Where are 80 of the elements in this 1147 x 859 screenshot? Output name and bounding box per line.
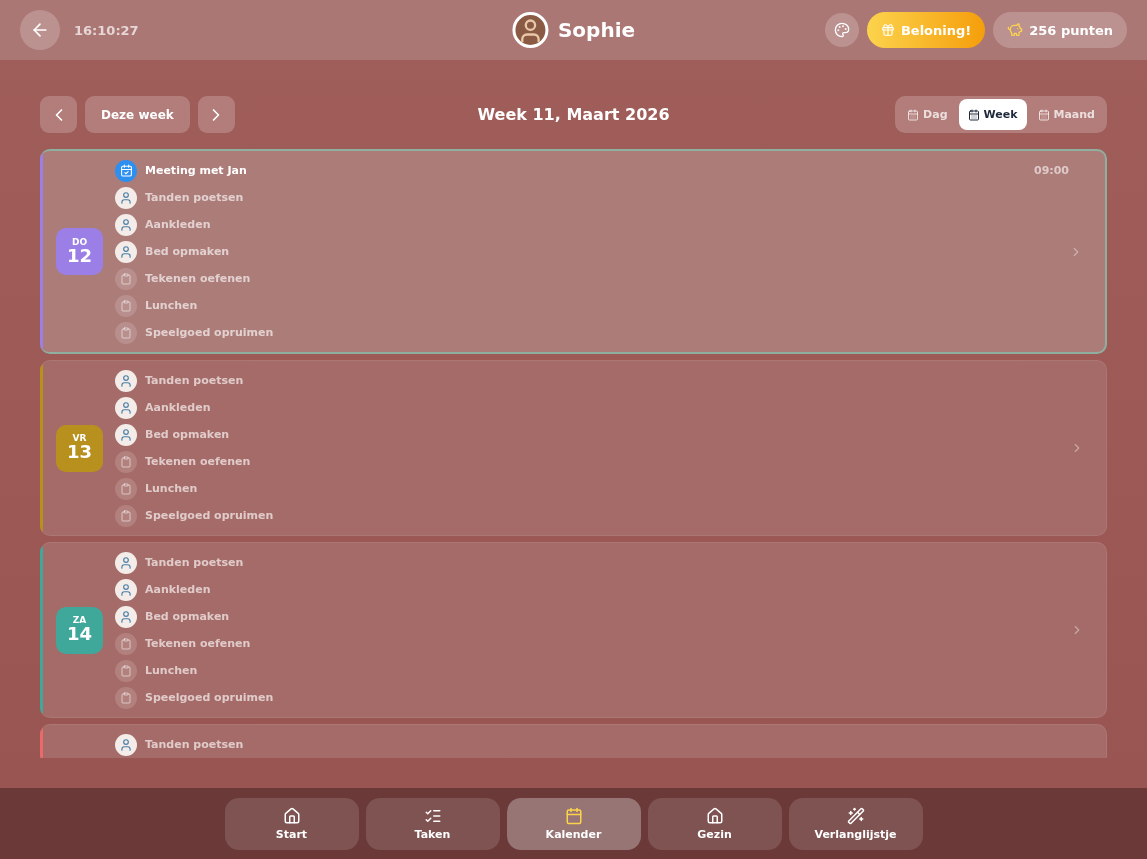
avatar-icon <box>511 12 548 48</box>
clipboard-icon <box>115 450 137 473</box>
item-title: Bed opmaken <box>145 245 230 258</box>
calendar-icon <box>967 108 980 121</box>
nav-tab[interactable]: Kalender <box>506 797 641 850</box>
item-title: Lunchen <box>145 482 198 495</box>
gift-icon <box>880 23 895 37</box>
calendar-icon <box>1037 108 1050 121</box>
person-icon <box>115 551 137 574</box>
item-title: Aankleden <box>145 401 211 414</box>
previous-button[interactable] <box>40 96 77 133</box>
palette-icon <box>833 22 850 38</box>
item-title: Speelgoed opruimen <box>145 326 274 339</box>
nav-tab[interactable]: Taken <box>365 797 500 850</box>
item-title: Tekenen oefenen <box>145 455 251 468</box>
item-title: Lunchen <box>145 299 198 312</box>
weekday-label: ZA <box>72 616 87 626</box>
person-icon <box>115 240 137 263</box>
clipboard-icon <box>115 632 137 655</box>
item-title: Speelgoed opruimen <box>145 509 274 522</box>
house-icon <box>705 806 724 825</box>
person-icon <box>115 733 137 756</box>
home-icon <box>282 806 301 825</box>
palette-button[interactable] <box>824 13 859 47</box>
item-title: Aankleden <box>145 218 211 231</box>
view-tab[interactable]: Dag <box>898 99 957 130</box>
person-icon <box>115 369 137 392</box>
clipboard-icon <box>115 477 137 500</box>
item-title: Tekenen oefenen <box>145 272 251 285</box>
item-title: Tanden poetsen <box>145 738 244 751</box>
weekday-label: DO <box>71 237 88 247</box>
item-title: Bed opmaken <box>145 428 230 441</box>
day-number: 13 <box>66 443 93 462</box>
week-title: Week 11, Maart 2026 <box>477 105 670 124</box>
item-title: Tekenen oefenen <box>145 637 251 650</box>
next-button[interactable] <box>197 96 235 133</box>
back-button[interactable] <box>20 10 60 50</box>
piggy-bank-icon <box>1007 22 1024 38</box>
clock-time: 16:10:27 <box>74 22 139 38</box>
day-card[interactable]: ZA 14 Tanden poetsen Aankleden Bed opmaken Tekenen oefenen Lunchen Speelgoed opruimen <box>40 542 1107 718</box>
view-tab[interactable]: Maand <box>1028 99 1104 130</box>
item-title: Aankleden <box>145 583 211 596</box>
item-title: Speelgoed opruimen <box>145 691 274 704</box>
item-title: Tanden poetsen <box>145 374 244 387</box>
person-icon <box>115 186 137 209</box>
day-number: 12 <box>66 246 93 266</box>
person-icon <box>115 605 137 628</box>
calendar-icon <box>115 159 137 182</box>
this-week-button[interactable]: Deze week <box>85 96 190 133</box>
magic-wand-icon <box>846 806 865 825</box>
person-icon <box>115 396 137 419</box>
person-icon <box>115 578 137 601</box>
day-card[interactable]: DO 12 Meeting met Jan 09:00 Tanden poetsen Aankleden Bed opmaken Tekenen oefenen Lunchen Speelgoed opruimen <box>40 149 1107 354</box>
clipboard-icon <box>115 504 137 527</box>
calendar-icon <box>564 806 583 825</box>
item-title: Bed opmaken <box>145 610 230 623</box>
nav-tab[interactable]: Gezin <box>647 797 782 850</box>
reward-button[interactable]: Beloning! <box>866 12 986 48</box>
clipboard-icon <box>115 267 137 290</box>
item-title: Meeting met Jan <box>145 164 247 177</box>
user-name: Sophie <box>557 18 636 42</box>
nav-tab[interactable]: Start <box>224 797 359 850</box>
day-number: 14 <box>66 625 93 644</box>
clipboard-icon <box>115 659 137 682</box>
clipboard-icon <box>115 686 137 709</box>
clipboard-icon <box>115 321 137 344</box>
calendar-icon <box>907 108 920 121</box>
item-time: 09:00 <box>1034 164 1069 177</box>
item-title: Tanden poetsen <box>145 191 244 204</box>
day-card[interactable]: VR 13 Tanden poetsen Aankleden Bed opmaken Tekenen oefenen Lunchen Speelgoed opruimen <box>40 360 1107 536</box>
person-icon <box>115 423 137 446</box>
view-tab[interactable]: Week <box>958 99 1027 130</box>
item-title: Lunchen <box>145 664 198 677</box>
day-card[interactable]: Tanden poetsen <box>40 724 1107 758</box>
person-icon <box>115 213 137 236</box>
item-title: Tanden poetsen <box>145 556 244 569</box>
nav-tab[interactable]: Verlanglijstje <box>788 797 923 850</box>
points-button[interactable]: 256 punten <box>993 12 1127 48</box>
weekday-label: VR <box>72 434 87 444</box>
clipboard-icon <box>115 294 137 317</box>
